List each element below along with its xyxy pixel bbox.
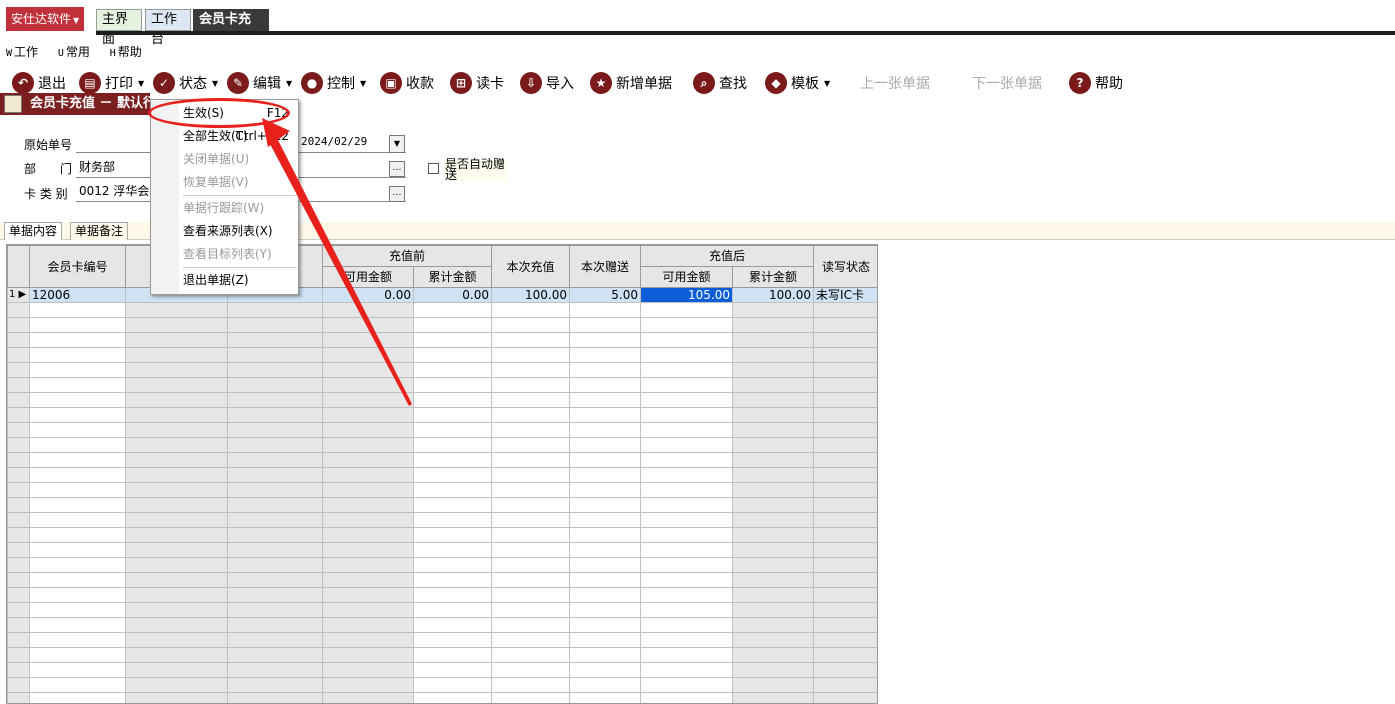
annotation-arrow bbox=[262, 118, 412, 406]
